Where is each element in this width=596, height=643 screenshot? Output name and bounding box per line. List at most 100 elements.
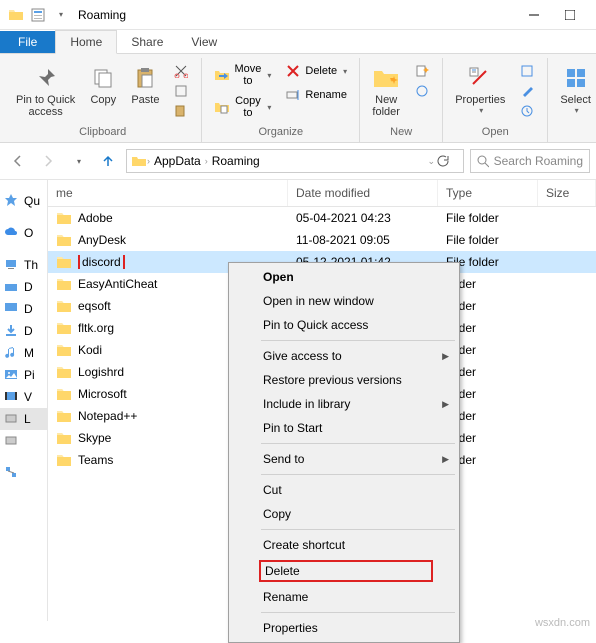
nav-forward-button[interactable] — [36, 149, 60, 173]
col-date[interactable]: Date modified — [288, 180, 438, 206]
ctx-rename[interactable]: Rename — [231, 585, 457, 609]
ribbon-group-select: Select ▾ — [548, 58, 596, 142]
nav-history-dropdown[interactable]: ▾ — [66, 149, 90, 173]
crumb-roaming[interactable]: Roaming — [208, 154, 264, 168]
ctx-include-library[interactable]: Include in library▶ — [231, 392, 457, 416]
history-small-button[interactable] — [515, 102, 539, 120]
sidebar-item[interactable]: D — [0, 276, 47, 298]
maximize-button[interactable] — [552, 1, 588, 29]
copy-to-button[interactable]: Copy to▾ — [210, 94, 275, 120]
col-size[interactable]: Size — [538, 180, 596, 206]
sidebar-item[interactable]: O — [0, 222, 47, 244]
delete-button[interactable]: Delete▾ — [281, 62, 351, 80]
file-type: File folder — [438, 233, 538, 247]
ribbon-group-organize: Move to▾ Copy to▾ Delete▾ Rename Organiz… — [202, 58, 360, 142]
paste-shortcut-button[interactable] — [169, 102, 193, 120]
folder-icon — [56, 233, 72, 247]
tab-view[interactable]: View — [177, 31, 231, 53]
easy-access-button[interactable] — [410, 82, 434, 100]
breadcrumb[interactable]: › AppData › Roaming ⌄ — [126, 149, 464, 173]
new-item-button[interactable] — [410, 62, 434, 80]
disk-icon — [4, 433, 20, 449]
qa-prop-icon[interactable] — [30, 7, 46, 23]
file-type: File folder — [438, 211, 538, 225]
file-date: 11-08-2021 09:05 — [288, 233, 438, 247]
sidebar-item[interactable]: Qu — [0, 190, 47, 212]
open-icon — [519, 63, 535, 79]
ctx-separator — [261, 474, 455, 475]
ctx-pin-quick-access[interactable]: Pin to Quick access — [231, 313, 457, 337]
ribbon: Pin to Quick access Copy Paste Clipboard — [0, 54, 596, 143]
ctx-cut[interactable]: Cut — [231, 478, 457, 502]
paste-button[interactable]: Paste — [127, 62, 163, 108]
ctx-open[interactable]: Open — [231, 265, 457, 289]
move-to-button[interactable]: Move to▾ — [210, 62, 275, 88]
sidebar-item[interactable] — [0, 430, 47, 452]
sidebar-item[interactable]: D — [0, 320, 47, 342]
minimize-button[interactable] — [516, 1, 552, 29]
ctx-pin-start[interactable]: Pin to Start — [231, 416, 457, 440]
music-icon — [4, 345, 20, 361]
chevron-right-icon: ▶ — [442, 454, 449, 465]
pin-to-quick-access-button[interactable]: Pin to Quick access — [12, 62, 79, 120]
chevron-right-icon: ▶ — [442, 399, 449, 410]
watermark: wsxdn.com — [535, 617, 590, 629]
cut-small-button[interactable] — [169, 62, 193, 80]
file-row[interactable]: Adobe05-04-2021 04:23File folder — [48, 207, 596, 229]
network-icon — [4, 465, 20, 481]
select-button[interactable]: Select ▾ — [556, 62, 595, 117]
ctx-separator — [261, 529, 455, 530]
ctx-delete[interactable]: Delete — [231, 557, 457, 585]
search-icon — [477, 155, 489, 168]
nav-back-button[interactable] — [6, 149, 30, 173]
ctx-copy[interactable]: Copy — [231, 502, 457, 526]
search-input[interactable]: Search Roaming — [470, 149, 590, 173]
ribbon-group-open: Properties ▾ Open — [443, 58, 548, 142]
nav-sidebar: Qu O Th D D D M Pi V L — [0, 180, 48, 621]
tab-file[interactable]: File — [0, 31, 55, 53]
col-type[interactable]: Type — [438, 180, 538, 206]
pc-icon — [4, 257, 20, 273]
qa-dropdown-icon[interactable]: ▾ — [52, 7, 68, 23]
delete-x-icon — [285, 63, 301, 79]
ctx-restore-versions[interactable]: Restore previous versions — [231, 368, 457, 392]
sidebar-item[interactable]: V — [0, 386, 47, 408]
copy-button[interactable]: Copy — [85, 62, 121, 108]
ctx-give-access[interactable]: Give access to▶ — [231, 344, 457, 368]
sidebar-item[interactable]: M — [0, 342, 47, 364]
open-small-button[interactable] — [515, 62, 539, 80]
file-row[interactable]: AnyDesk11-08-2021 09:05File folder — [48, 229, 596, 251]
sidebar-item[interactable]: D — [0, 298, 47, 320]
nav-up-button[interactable] — [96, 149, 120, 173]
file-name: EasyAntiCheat — [78, 277, 157, 291]
tab-share[interactable]: Share — [117, 31, 177, 53]
tab-home[interactable]: Home — [55, 30, 117, 54]
title-bar: ▾ Roaming — [0, 0, 596, 30]
col-name[interactable]: me — [48, 180, 288, 206]
crumb-dropdown[interactable]: ⌄ — [427, 156, 435, 167]
sidebar-item[interactable] — [0, 462, 47, 484]
folder-icon — [56, 365, 72, 379]
download-icon — [4, 323, 20, 339]
sidebar-item[interactable]: L — [0, 408, 47, 430]
copy-path-button[interactable] — [169, 82, 193, 100]
ctx-send-to[interactable]: Send to▶ — [231, 447, 457, 471]
star-icon — [4, 193, 20, 209]
sidebar-item[interactable]: Th — [0, 254, 47, 276]
easy-access-icon — [414, 83, 430, 99]
file-name: fltk.org — [78, 321, 114, 335]
folder-icon — [56, 453, 72, 467]
sidebar-item[interactable]: Pi — [0, 364, 47, 386]
copy-icon — [89, 64, 117, 92]
edit-small-button[interactable] — [515, 82, 539, 100]
properties-button[interactable]: Properties ▾ — [451, 62, 509, 117]
file-date: 05-04-2021 04:23 — [288, 211, 438, 225]
refresh-button[interactable] — [435, 154, 459, 168]
ctx-properties[interactable]: Properties — [231, 616, 457, 640]
crumb-appdata[interactable]: AppData — [150, 154, 205, 168]
ctx-create-shortcut[interactable]: Create shortcut — [231, 533, 457, 557]
ctx-separator — [261, 443, 455, 444]
new-folder-button[interactable]: New folder — [368, 62, 404, 120]
rename-button[interactable]: Rename — [281, 86, 351, 104]
ctx-open-new-window[interactable]: Open in new window — [231, 289, 457, 313]
